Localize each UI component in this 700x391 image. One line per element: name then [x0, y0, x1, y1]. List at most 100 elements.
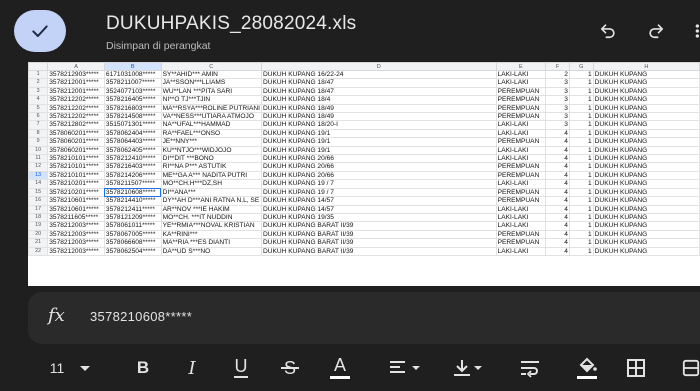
fill-color-button[interactable] [574, 356, 600, 380]
table-cell[interactable]: AR**NOV ***IE HAKIM [160, 204, 262, 214]
table-cell[interactable]: DUKUH KUPANG 20/66 [260, 162, 497, 172]
row-header[interactable]: 11 [28, 154, 49, 164]
table-cell[interactable]: 3578214206***** [103, 170, 162, 181]
table-cell[interactable]: 4 [545, 196, 570, 206]
table-cell[interactable]: DUKUH KUPANG [592, 103, 700, 114]
table-cell[interactable]: 4 [545, 229, 570, 240]
italic-button[interactable]: I [180, 356, 204, 380]
table-cell[interactable]: 1 [568, 86, 594, 97]
row-header[interactable]: 19 [28, 221, 49, 231]
table-cell[interactable]: MO**CH. ***IT NUDDIN [160, 212, 262, 223]
table-cell[interactable]: 3578211007***** [103, 78, 162, 88]
table-cell[interactable]: 3578210101***** [47, 170, 105, 181]
table-cell[interactable]: DUKUH KUPANG 19 / 7 [260, 187, 497, 198]
table-cell[interactable]: 4 [545, 187, 570, 198]
table-cell[interactable]: 3 [545, 120, 570, 130]
table-cell[interactable]: 1 [568, 212, 594, 223]
table-cell[interactable]: DUKUH KUPANG 19 / 7 [260, 179, 497, 189]
table-cell[interactable]: 3578121209***** [103, 212, 162, 223]
table-cell[interactable]: 3578212202***** [47, 112, 105, 122]
column-header[interactable]: A [47, 62, 105, 71]
strikethrough-button[interactable]: S [278, 356, 302, 380]
table-cell[interactable]: DUKUH KUPANG [592, 196, 700, 206]
table-cell[interactable]: DUKUH KUPANG 18/47 [260, 86, 497, 97]
table-cell[interactable]: DUKUH KUPANG [592, 179, 700, 189]
row-header[interactable]: 18 [28, 212, 49, 223]
table-cell[interactable]: MA**RSYA***ROLINE PUTRIANI [160, 103, 262, 114]
table-cell[interactable]: 3578212003***** [47, 246, 105, 256]
table-cell[interactable]: 1 [568, 145, 594, 156]
table-cell[interactable]: DUKUH KUPANG 18/4 [260, 95, 497, 105]
table-cell[interactable]: 3578210601***** [47, 204, 105, 214]
table-cell[interactable]: 3578210601***** [47, 196, 105, 206]
table-cell[interactable]: PEREMPUAN [495, 112, 547, 122]
table-cell[interactable]: 3578214508***** [103, 112, 162, 122]
table-cell[interactable]: 3578212903***** [47, 69, 105, 80]
table-cell[interactable]: 3578212001***** [47, 78, 105, 88]
table-cell[interactable]: 3578060201***** [47, 137, 105, 147]
underline-button[interactable]: U [229, 356, 253, 380]
column-header[interactable]: E [495, 62, 547, 71]
row-header[interactable]: 20 [28, 229, 49, 240]
table-cell[interactable]: 1 [568, 229, 594, 240]
formula-bar[interactable]: fx 3578210608***** [28, 292, 700, 344]
text-wrap-button[interactable] [518, 356, 542, 380]
row-header[interactable]: 7 [28, 120, 49, 130]
table-cell[interactable]: 1 [568, 78, 594, 88]
table-cell[interactable]: 3578212202***** [47, 103, 105, 114]
table-cell[interactable]: PEREMPUAN [495, 95, 547, 105]
table-cell[interactable]: 3578212003***** [47, 221, 105, 231]
table-cell[interactable]: DUKUH KUPANG [592, 69, 700, 80]
table-cell[interactable]: DUKUH KUPANG [592, 204, 700, 214]
table-cell[interactable]: DUKUH KUPANG [592, 229, 700, 240]
text-color-button[interactable]: A [327, 356, 353, 380]
table-cell[interactable]: DUKUH KUPANG [592, 212, 700, 223]
table-cell[interactable]: PEREMPUAN [495, 103, 547, 114]
table-cell[interactable]: DUKUH KUPANG 14/57 [260, 204, 497, 214]
table-cell[interactable]: DUKUH KUPANG BARAT II/39 [260, 229, 497, 240]
table-cell[interactable]: DUKUH KUPANG 19/35 [260, 212, 497, 223]
insert-button[interactable] [682, 356, 700, 380]
font-size-select[interactable]: 11 [46, 356, 100, 380]
table-cell[interactable]: RI**NA P*** ASTUTIK [160, 162, 262, 172]
row-header[interactable]: 1 [28, 69, 49, 80]
table-cell[interactable]: NI**O TJ***TJIN [160, 95, 262, 105]
table-cell[interactable]: DUKUH KUPANG 20/66 [260, 170, 497, 181]
table-cell[interactable]: 1 [568, 179, 594, 189]
vertical-align-button[interactable] [447, 356, 487, 380]
column-header[interactable]: H [592, 62, 700, 71]
table-cell[interactable]: DUKUH KUPANG 18/49 [260, 112, 497, 122]
row-header[interactable]: 15 [28, 187, 49, 198]
active-cell[interactable]: 3578210608***** [103, 187, 162, 198]
table-cell[interactable]: 3578211507***** [103, 179, 162, 189]
table-cell[interactable]: DUKUH KUPANG [592, 162, 700, 172]
redo-button[interactable] [645, 20, 667, 42]
table-cell[interactable]: LAKI-LAKI [495, 246, 547, 256]
table-cell[interactable]: 3578214410***** [103, 196, 162, 206]
table-cell[interactable]: NA**UFAL***HAMMAD [160, 120, 262, 130]
table-cell[interactable]: PEREMPUAN [495, 238, 547, 248]
table-cell[interactable]: 3578216405***** [103, 95, 162, 105]
table-cell[interactable]: 1 [568, 162, 594, 172]
table-cell[interactable]: DUKUH KUPANG [592, 78, 700, 88]
table-cell[interactable]: DUKUH KUPANG 18/49 [260, 103, 497, 114]
table-cell[interactable]: PEREMPUAN [495, 162, 547, 172]
table-cell[interactable]: DUKUH KUPANG [592, 120, 700, 130]
table-cell[interactable]: LAKI-LAKI [495, 69, 547, 80]
row-header[interactable]: 21 [28, 238, 49, 248]
row-header[interactable]: 22 [28, 246, 49, 256]
table-cell[interactable]: 3578211605***** [47, 212, 105, 223]
table-cell[interactable]: 1 [568, 196, 594, 206]
table-cell[interactable]: 3 [545, 103, 570, 114]
table-cell[interactable]: LAKI-LAKI [495, 221, 547, 231]
table-cell[interactable]: 4 [545, 154, 570, 164]
table-cell[interactable]: 1 [568, 112, 594, 122]
column-header-selected[interactable]: B [103, 62, 162, 71]
table-cell[interactable]: 3578066608***** [103, 238, 162, 248]
table-cell[interactable]: ME**GA A*** NADITA PUTRI [160, 170, 262, 181]
formula-input[interactable]: 3578210608***** [90, 309, 192, 324]
table-cell[interactable]: 1 [568, 170, 594, 181]
column-header[interactable]: C [160, 62, 262, 71]
table-cell[interactable]: 6171031008***** [103, 69, 162, 80]
table-cell[interactable]: 3578212411***** [103, 204, 162, 214]
